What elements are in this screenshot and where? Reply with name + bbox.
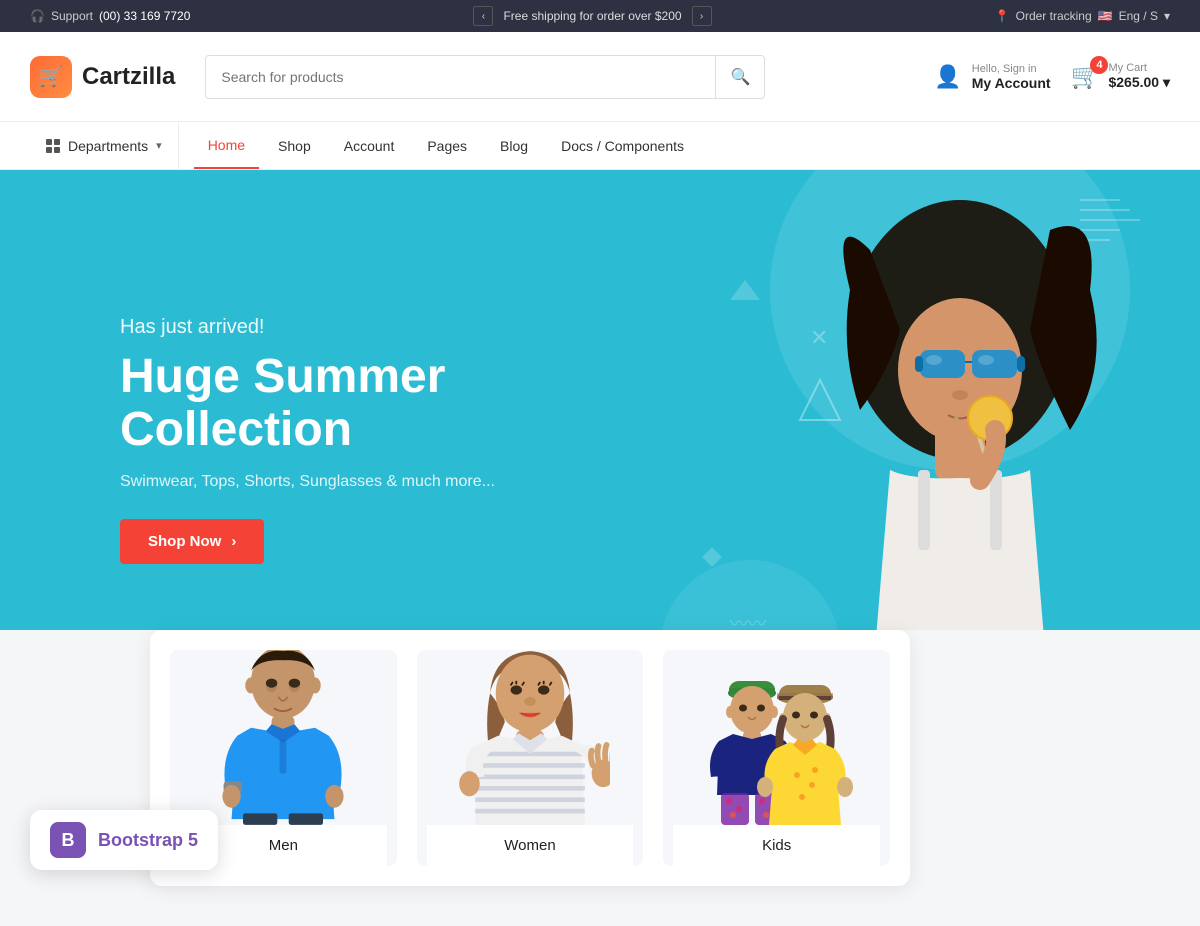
grid-icon — [46, 139, 60, 153]
cart-logo-icon: 🛒 — [39, 64, 64, 89]
bootstrap-label: Bootstrap 5 — [98, 830, 198, 851]
chevron-down-icon: ▾ — [1164, 9, 1170, 23]
nav-account[interactable]: Account — [330, 122, 409, 169]
kids-svg — [697, 665, 857, 825]
woman-svg — [450, 650, 610, 825]
cart-icon-wrap: 🛒 4 — [1071, 62, 1101, 91]
logo-icon: 🛒 — [30, 56, 72, 98]
hero-person-svg — [600, 170, 1200, 710]
category-women[interactable]: Women — [417, 650, 644, 866]
location-icon: 📍 — [995, 9, 1010, 23]
support-phone[interactable]: (00) 33 169 7720 — [99, 9, 190, 23]
category-kids[interactable]: Kids — [663, 650, 890, 866]
bootstrap-badge: B Bootstrap 5 — [30, 810, 218, 870]
header: 🛒 Cartzilla 🔍 👤 Hello, Sign in My Accoun… — [0, 32, 1200, 122]
cart-label: My Cart — [1108, 62, 1170, 74]
men-image — [203, 665, 363, 825]
hero-description: Swimwear, Tops, Shorts, Sunglasses & muc… — [120, 473, 600, 491]
kids-image — [697, 665, 857, 825]
hero-image — [600, 170, 1200, 710]
categories-card: Men — [150, 630, 910, 886]
nav-docs[interactable]: Docs / Components — [547, 122, 698, 169]
chevron-down-icon: ▾ — [156, 139, 162, 152]
top-bar: 🎧 Support (00) 33 169 7720 ‹ Free shippi… — [0, 0, 1200, 32]
women-label: Women — [427, 825, 634, 866]
shop-now-button[interactable]: Shop Now › — [120, 519, 264, 564]
my-account-label[interactable]: My Account — [972, 75, 1051, 91]
language-selector[interactable]: Eng / S — [1119, 9, 1158, 23]
logo[interactable]: 🛒 Cartzilla — [30, 56, 175, 98]
hero-section: ✕ 〰〰 — [0, 170, 1200, 710]
women-image — [450, 665, 610, 825]
departments-label: Departments — [68, 138, 148, 154]
nav-blog[interactable]: Blog — [486, 122, 542, 169]
search-icon: 🔍 — [730, 69, 750, 86]
man-svg — [203, 650, 363, 825]
account-section[interactable]: 👤 Hello, Sign in My Account — [934, 63, 1050, 91]
hero-content: Has just arrived! Huge Summer Collection… — [0, 316, 600, 564]
nav-shop[interactable]: Shop — [264, 122, 325, 169]
hello-text: Hello, Sign in — [972, 63, 1051, 75]
search-bar: 🔍 — [205, 55, 765, 99]
cart-text: My Cart $265.00 ▾ — [1108, 62, 1170, 91]
headset-icon: 🎧 — [30, 9, 45, 23]
arrow-right-icon: › — [231, 533, 236, 550]
promo-next-button[interactable]: › — [692, 6, 712, 26]
promo-text: Free shipping for order over $200 — [503, 9, 681, 23]
cart-badge: 4 — [1090, 56, 1108, 74]
cart-amount: $265.00 ▾ — [1108, 74, 1170, 91]
nav-pages[interactable]: Pages — [413, 122, 481, 169]
bootstrap-icon: B — [50, 822, 86, 858]
promo-banner: ‹ Free shipping for order over $200 › — [473, 6, 711, 26]
categories-section: Men — [0, 630, 1200, 926]
support-label: Support — [51, 9, 93, 23]
user-icon: 👤 — [934, 64, 961, 90]
chevron-down-icon: ▾ — [1163, 74, 1170, 90]
account-text: Hello, Sign in My Account — [972, 63, 1051, 91]
main-nav: Departments ▾ Home Shop Account Pages Bl… — [0, 122, 1200, 170]
flag-icon: 🇺🇸 — [1098, 9, 1113, 23]
hero-title: Huge Summer Collection — [120, 351, 600, 457]
kids-label: Kids — [673, 825, 880, 866]
support-section: 🎧 Support (00) 33 169 7720 — [30, 9, 190, 23]
promo-prev-button[interactable]: ‹ — [473, 6, 493, 26]
logo-text: Cartzilla — [82, 63, 175, 91]
search-input[interactable] — [206, 69, 715, 85]
shop-now-label: Shop Now — [148, 533, 221, 550]
departments-menu[interactable]: Departments ▾ — [30, 122, 179, 169]
search-button[interactable]: 🔍 — [715, 56, 764, 98]
nav-home[interactable]: Home — [194, 122, 259, 169]
hero-subtitle: Has just arrived! — [120, 316, 600, 339]
header-right: 👤 Hello, Sign in My Account 🛒 4 My Cart … — [934, 62, 1170, 91]
top-bar-right: 📍 Order tracking 🇺🇸 Eng / S ▾ — [995, 9, 1170, 23]
order-tracking-link[interactable]: Order tracking — [1016, 9, 1092, 23]
cart-section[interactable]: 🛒 4 My Cart $265.00 ▾ — [1071, 62, 1170, 91]
